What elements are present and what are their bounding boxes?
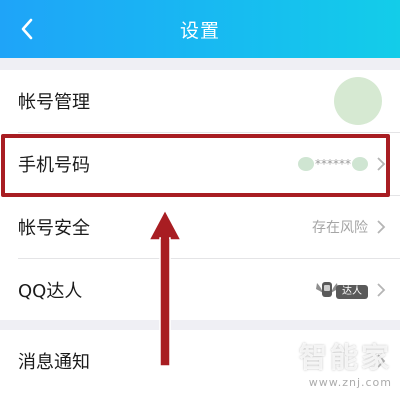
masked-digits: ****** xyxy=(315,157,351,171)
account-management-label: 帐号管理 xyxy=(18,92,90,113)
account-security-item[interactable]: 帐号安全 存在风险 xyxy=(0,196,400,258)
qq-expert-item[interactable]: QQ达人 达人 xyxy=(0,259,400,321)
back-button[interactable] xyxy=(10,12,44,46)
watermark-url: www.znj.com xyxy=(308,376,392,389)
title-bar: 设置 xyxy=(0,0,400,58)
watermark: 智能家 www.znj.com xyxy=(299,336,392,389)
chevron-left-icon xyxy=(21,18,33,40)
security-status: 存在风险 xyxy=(312,220,368,236)
phone-number-value: ****** xyxy=(298,157,368,171)
settings-list: 帐号管理 手机号码 ****** 帐号安全 存在风险 QQ达人 达人 xyxy=(0,70,400,320)
message-notification-label: 消息通知 xyxy=(18,352,90,373)
chevron-right-icon xyxy=(377,157,386,171)
account-management-item[interactable]: 帐号管理 xyxy=(0,70,400,132)
chevron-right-icon xyxy=(377,220,386,234)
watermark-brand: 智能家 xyxy=(298,341,392,374)
avatar[interactable] xyxy=(334,77,382,125)
phone-number-label: 手机号码 xyxy=(18,155,90,176)
qq-expert-label: QQ达人 xyxy=(18,281,83,302)
expert-badge: 达人 xyxy=(314,277,368,303)
blurred-digits xyxy=(298,157,314,171)
account-security-label: 帐号安全 xyxy=(18,218,90,239)
page-title: 设置 xyxy=(179,19,220,42)
phone-number-item[interactable]: 手机号码 ****** xyxy=(0,133,400,195)
blurred-digits xyxy=(352,157,368,171)
expert-badge-text: 达人 xyxy=(336,285,368,299)
chevron-right-icon xyxy=(377,283,386,297)
